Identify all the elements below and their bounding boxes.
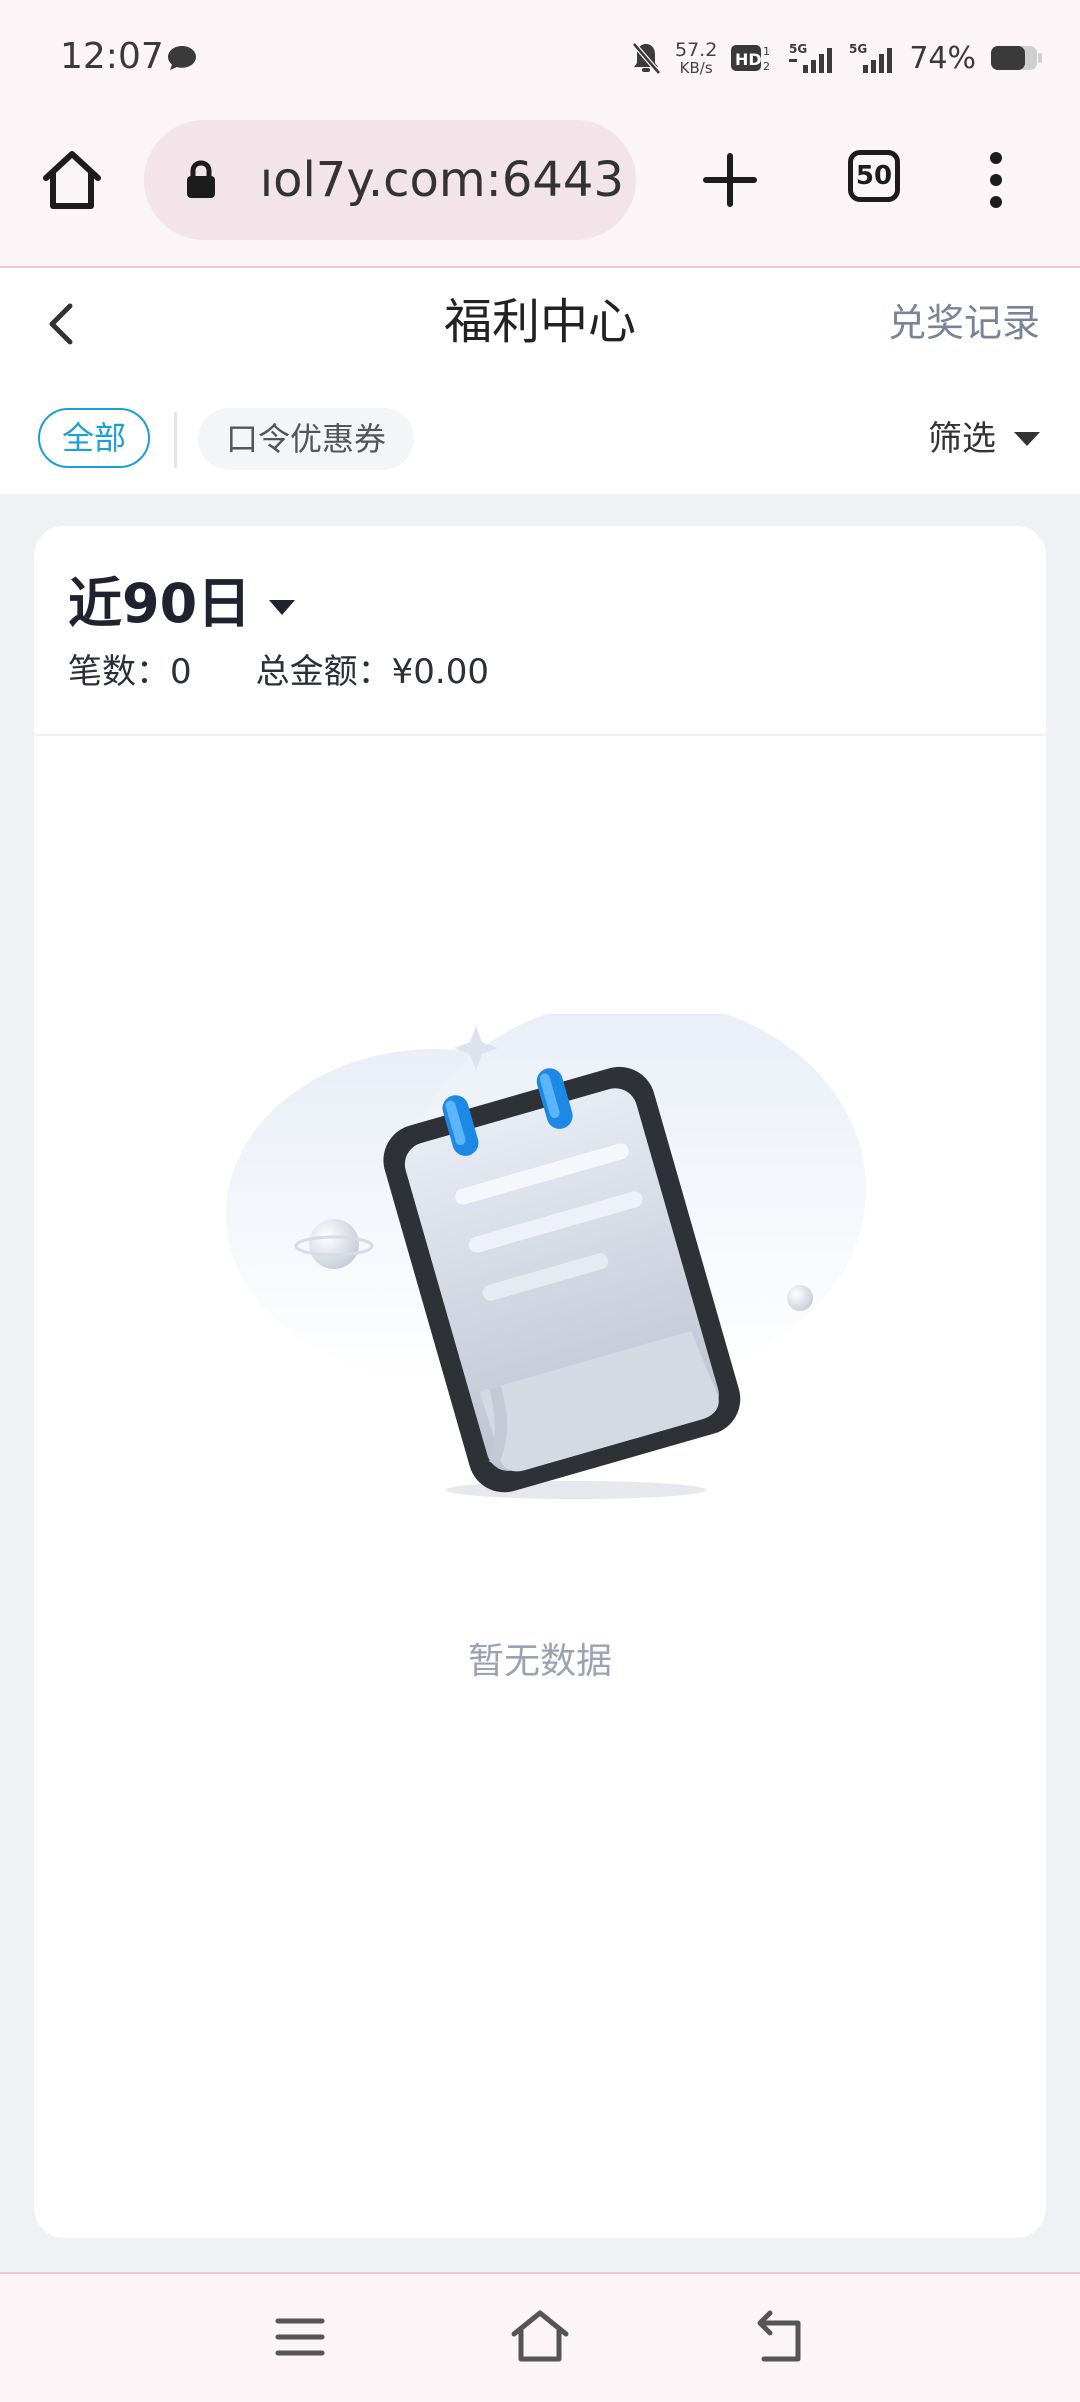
- caret-down-icon: [269, 599, 296, 615]
- browser-menu-button[interactable]: [984, 148, 1008, 212]
- chat-icon: [168, 46, 196, 70]
- browser-home-button[interactable]: [40, 148, 104, 212]
- empty-notepad-illustration: [226, 1014, 866, 1499]
- net-speed-value: 57.2: [675, 39, 718, 61]
- browser-toolbar: ıol7y.com:6443 50: [0, 118, 1080, 268]
- recent-apps-menu-icon[interactable]: [274, 2316, 326, 2358]
- count-label: 笔数：: [68, 652, 170, 692]
- filter-dropdown[interactable]: 筛选: [928, 416, 1040, 462]
- new-tab-button[interactable]: [702, 152, 758, 208]
- lock-icon: [187, 160, 215, 198]
- empty-state-message: 暂无数据: [467, 1641, 612, 1682]
- svg-text:2: 2: [763, 60, 770, 73]
- period-label: 近90日: [68, 572, 252, 635]
- mute-bell-icon: [632, 42, 661, 75]
- filter-chip-coupon[interactable]: 口令优惠券: [198, 408, 415, 470]
- status-time: 12:07: [60, 36, 164, 77]
- redeem-records-link[interactable]: 兑奖记录: [888, 298, 1040, 348]
- url-text: ıol7y.com:6443: [228, 152, 624, 208]
- net-speed-unit: KB/s: [679, 59, 713, 77]
- divider: [34, 734, 1046, 736]
- svg-text:HD: HD: [735, 50, 762, 69]
- battery-icon: [991, 46, 1042, 70]
- chip-divider: [174, 412, 177, 468]
- records-card: 近90日 笔数： 0 总金额： ¥0.00 暂无数据: [34, 526, 1046, 2238]
- amount-label: 总金额：: [255, 652, 392, 692]
- address-bar[interactable]: ıol7y.com:6443: [144, 120, 636, 240]
- signal-5g-icon: 5G: [789, 42, 833, 73]
- hd-icon: HD 1 2: [731, 45, 770, 73]
- system-nav-bar: [0, 2272, 1080, 2402]
- status-right: 57.2 KB/s HD 1 2 5G 5G 74%: [631, 38, 1042, 78]
- summary-stats: 笔数： 0 总金额： ¥0.00: [68, 648, 489, 696]
- caret-down-icon: [1014, 432, 1040, 446]
- url-value: ıol7y.com:6443: [259, 152, 624, 208]
- system-home-icon[interactable]: [510, 2308, 570, 2364]
- svg-text:5G: 5G: [849, 42, 867, 56]
- signal-5g-icon: 5G: [849, 42, 893, 73]
- filter-chip-all[interactable]: 全部: [38, 408, 151, 468]
- count-value: 0: [170, 652, 192, 692]
- tab-count: 50: [855, 161, 893, 191]
- net-speed: 57.2 KB/s: [675, 40, 717, 76]
- period-selector[interactable]: 近90日: [68, 572, 296, 636]
- svg-text:1: 1: [763, 45, 770, 58]
- amount-value: ¥0.00: [391, 652, 489, 692]
- status-bar: 12:07 57.2 KB/s HD 1 2 5G 5G 74%: [0, 0, 1080, 118]
- system-back-icon[interactable]: [754, 2308, 808, 2364]
- tab-switcher-button[interactable]: 50: [848, 150, 900, 202]
- battery-percent: 74%: [909, 40, 976, 76]
- filter-label: 筛选: [928, 419, 996, 459]
- page-header: 福利中心 兑奖记录 全部 口令优惠券 筛选: [0, 268, 1080, 494]
- svg-text:5G: 5G: [789, 42, 807, 56]
